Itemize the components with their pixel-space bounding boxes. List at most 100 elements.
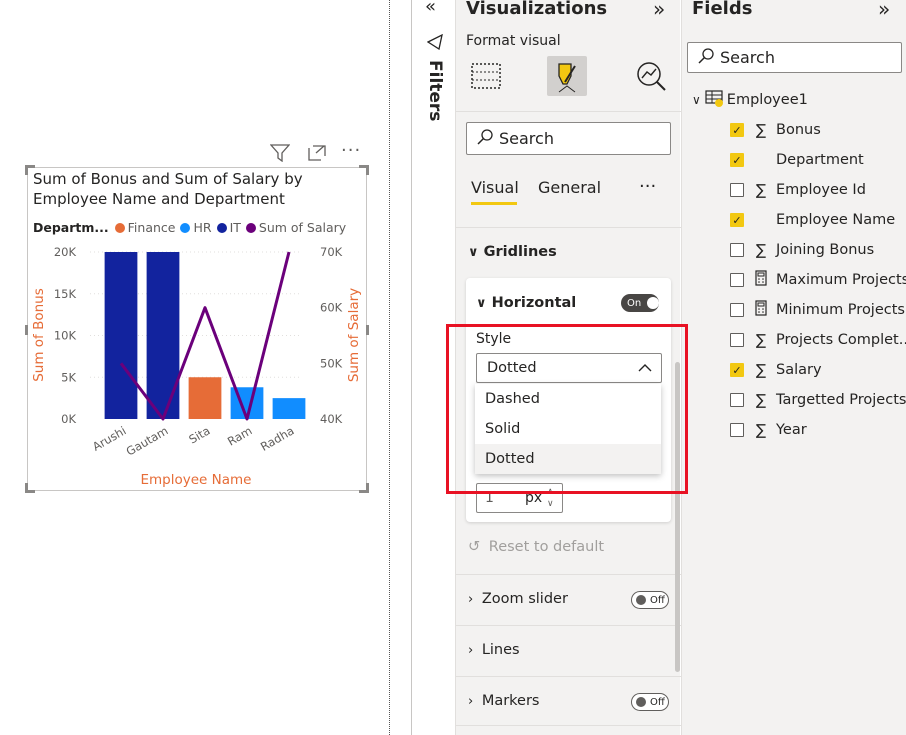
- field-label: Salary: [776, 362, 822, 378]
- reset-icon: ↺: [468, 539, 481, 555]
- y-tick-label: 20K: [54, 245, 77, 259]
- horizontal-header[interactable]: ∨ Horizontal: [476, 295, 576, 311]
- build-visual-icon[interactable]: [470, 60, 502, 96]
- field-item[interactable]: ∑ Salary: [730, 360, 822, 380]
- markers-section[interactable]: › Markers Off: [456, 676, 681, 726]
- x-tick-label: Gautam: [124, 423, 171, 458]
- chart-title: Sum of Bonus and Sum of Salary by Employ…: [33, 170, 303, 208]
- horizontal-toggle[interactable]: On: [621, 294, 659, 312]
- bar: [146, 252, 180, 419]
- x-tick-label: Radha: [258, 423, 297, 453]
- table-employee1[interactable]: ∨ Employee1: [692, 90, 808, 110]
- field-label: Year: [776, 422, 807, 438]
- chart-plot: 20K 15K 10K 5K 0K 70K 60K 50K 40K ArushiGautam Sit…: [31, 245, 362, 488]
- format-visual-icon[interactable]: [547, 56, 587, 96]
- field-label: Employee Name: [776, 212, 896, 228]
- collapse-fields-icon[interactable]: »: [878, 0, 890, 21]
- fields-search-input[interactable]: Search: [687, 42, 902, 73]
- bar: [272, 398, 306, 419]
- tab-visual[interactable]: Visual: [471, 178, 519, 205]
- y-axis-title: Sum of Bonus: [31, 288, 47, 382]
- sigma-icon: ∑: [755, 421, 767, 439]
- field-label: Bonus: [776, 122, 821, 138]
- field-label: Joining Bonus: [776, 242, 875, 258]
- field-label: Projects Complet...: [776, 332, 906, 348]
- sigma-icon: ∑: [755, 241, 767, 259]
- chevron-right-icon: ›: [468, 643, 474, 658]
- field-label: Employee Id: [776, 182, 866, 198]
- more-options-icon[interactable]: ···: [341, 140, 361, 161]
- field-checkbox[interactable]: [730, 303, 744, 317]
- x-tick-label: Ram: [225, 423, 255, 448]
- chevron-down-icon: ∨: [476, 296, 487, 311]
- resize-handle[interactable]: [359, 165, 369, 175]
- field-item[interactable]: Department: [730, 150, 864, 170]
- field-checkbox[interactable]: [730, 153, 744, 167]
- y2-axis-title: Sum of Salary: [346, 288, 362, 382]
- field-checkbox[interactable]: [730, 273, 744, 287]
- expand-filters-icon[interactable]: «: [425, 0, 436, 17]
- sigma-icon: ∑: [755, 121, 767, 139]
- format-search-input[interactable]: Search: [466, 122, 671, 155]
- lines-section[interactable]: › Lines: [456, 625, 681, 675]
- zoom-slider-section[interactable]: › Zoom slider Off: [456, 574, 681, 624]
- field-checkbox[interactable]: [730, 333, 744, 347]
- chart-legend: Departm... Finance HR IT Sum of Salary: [33, 220, 351, 235]
- zoom-slider-toggle[interactable]: Off: [631, 591, 669, 609]
- tab-general[interactable]: General: [538, 178, 601, 197]
- y-tick-label: 0K: [61, 412, 76, 426]
- sigma-icon: ∑: [755, 361, 767, 379]
- field-label: Department: [776, 152, 864, 168]
- y-tick-label: 15K: [54, 287, 77, 301]
- more-options-icon[interactable]: ···: [639, 176, 656, 197]
- chevron-down-icon: ∨: [468, 245, 479, 260]
- annotation-highlight-box: [446, 324, 688, 494]
- reset-to-default-link[interactable]: ↺ Reset to default: [468, 539, 604, 555]
- chevron-right-icon: ›: [468, 592, 474, 607]
- field-item[interactable]: ∑ Year: [730, 420, 807, 440]
- field-item[interactable]: ∑ Bonus: [730, 120, 821, 140]
- field-checkbox[interactable]: [730, 213, 744, 227]
- gridlines-section[interactable]: ∨ Gridlines: [456, 227, 681, 277]
- bar: [104, 252, 138, 419]
- y2-tick-label: 50K: [320, 356, 343, 370]
- legend-item-hr[interactable]: HR: [180, 220, 212, 235]
- field-item[interactable]: Employee Name: [730, 210, 895, 230]
- y2-tick-label: 40K: [320, 412, 343, 426]
- field-checkbox[interactable]: [730, 243, 744, 257]
- field-checkbox[interactable]: [730, 393, 744, 407]
- calculator-icon: [752, 270, 770, 290]
- field-checkbox[interactable]: [730, 423, 744, 437]
- filter-icon[interactable]: [269, 144, 291, 166]
- x-tick-label: Arushi: [90, 423, 128, 453]
- field-label: Minimum Projects: [776, 302, 905, 318]
- field-item[interactable]: ∑ Employee Id: [730, 180, 866, 200]
- field-item[interactable]: ∑ Joining Bonus: [730, 240, 874, 260]
- gridlines-header: ∨ Gridlines: [468, 244, 557, 260]
- field-item[interactable]: ∑ Targetted Projects: [730, 390, 906, 410]
- focus-mode-icon[interactable]: [307, 144, 327, 166]
- y2-tick-label: 70K: [320, 245, 343, 259]
- search-icon: [698, 47, 714, 68]
- field-label: Targetted Projects: [776, 392, 906, 408]
- sigma-icon: ∑: [755, 181, 767, 199]
- legend-item-it[interactable]: IT: [216, 220, 241, 235]
- field-checkbox[interactable]: [730, 183, 744, 197]
- legend-item-finance[interactable]: Finance: [114, 220, 175, 235]
- legend-item-sum-of-salary[interactable]: Sum of Salary: [245, 220, 346, 235]
- field-item[interactable]: Minimum Projects: [730, 300, 905, 320]
- analytics-icon[interactable]: [634, 59, 668, 97]
- sigma-icon: ∑: [755, 391, 767, 409]
- table-icon: [705, 89, 723, 111]
- chart-visual[interactable]: Sum of Bonus and Sum of Salary by Employ…: [25, 165, 369, 493]
- field-item[interactable]: ∑ Projects Complet...: [730, 330, 906, 350]
- filter-pane-icon: [426, 33, 443, 54]
- markers-toggle[interactable]: Off: [631, 693, 669, 711]
- field-label: Maximum Projects: [776, 272, 906, 288]
- collapse-visualizations-icon[interactable]: »: [653, 0, 665, 21]
- legend-title: Departm...: [33, 220, 109, 235]
- field-checkbox[interactable]: [730, 123, 744, 137]
- x-axis-title: Employee Name: [141, 472, 252, 488]
- field-item[interactable]: Maximum Projects: [730, 270, 906, 290]
- field-checkbox[interactable]: [730, 363, 744, 377]
